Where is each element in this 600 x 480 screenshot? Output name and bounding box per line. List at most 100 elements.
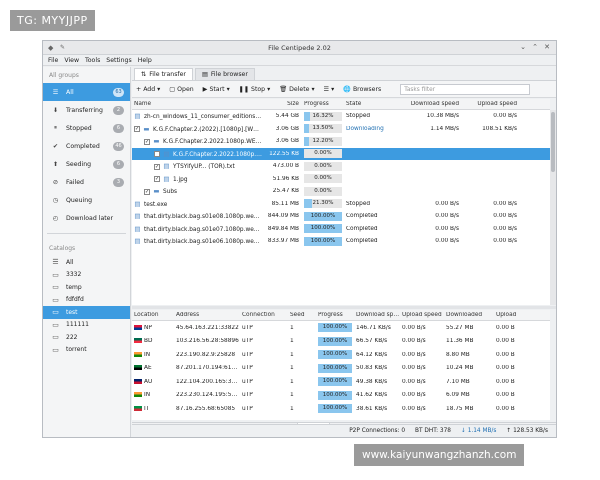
tab-file-transfer[interactable]: ⇅ File transfer [134,68,193,80]
task-size: 25.47 KB [272,188,299,195]
sidebar-group-completed[interactable]: ✔ Completed 46 [43,137,130,155]
task-progress-cell: 100.00% [302,211,344,221]
task-row[interactable]: ✓ ▬ Subs 25.47 KB 0.00% [132,185,550,198]
peer-download-speed: 38.61 KB/s [356,405,388,412]
catalog-item-test[interactable]: ▭ test [43,306,130,319]
maximize-button[interactable]: ⌃ [532,43,538,51]
catalog-item-fdfdfd[interactable]: ▭ fdfdfd [43,294,130,307]
menu-settings[interactable]: Settings [106,57,131,64]
catalog-item-111111[interactable]: ▭ 111111 [43,319,130,332]
tab-file-browser[interactable]: ▤ File browser [194,68,255,80]
checkbox[interactable]: ✓ [134,126,140,133]
peer-upload-speed: 0.00 B/s [402,351,426,358]
checkbox[interactable]: ✓ [154,163,160,170]
more-menu-button[interactable]: ☰ ▾ [324,86,335,93]
task-table: Name Size Progress State Download speed Uploa… [132,99,550,305]
country-code: AE [144,365,152,372]
stop-button[interactable]: ❚❚ Stop ▾ [239,86,271,93]
peer-address: 223.190.82.9:25828 [176,351,236,358]
task-row[interactable]: ▤that.dirty.black.bag.s01e08.1080p.web.h… [132,210,550,223]
sidebar-group-seeding[interactable]: ⬆ Seeding 6 [43,155,130,173]
peer-upload-speed: 0.00 B/s [402,338,426,345]
ul-value: 128.53 KB/s [513,428,548,434]
tasks-filter-input[interactable]: Tasks filter [400,83,531,95]
catalog-item-222[interactable]: ▭ 222 [43,331,130,344]
menu-help[interactable]: Help [138,57,152,64]
task-row[interactable]: ▤that.dirty.black.bag.s01e07.1080p.web.h… [132,223,550,236]
catalog-item-temp[interactable]: ▭ temp [43,281,130,294]
peer-row[interactable]: IN 223.190.82.9:25828 uTP 1 100.00% 64.12 KB/… [132,348,550,362]
menu-tools[interactable]: Tools [85,57,100,64]
peer-download-speed: 146.71 KB/s [356,324,391,331]
count-badge: 63 [113,87,124,97]
progress-bar: 16.32% [304,111,342,121]
peer-row[interactable]: IN 223.230.124.195:54348 uTP 1 100.00% 41.62 … [132,389,550,403]
checkbox[interactable] [154,151,160,158]
peer-row[interactable]: IT 87.16.255.68:65085 uTP 1 100.00% 38.61 KB/… [132,402,550,416]
peer-downloaded: 8.80 MB [446,351,470,358]
browsers-button[interactable]: 🌐 Browsers [343,85,381,94]
task-row[interactable]: ▤that.dirty.black.bag.s01e06.1080p.web.h… [132,235,550,248]
sidebar-group-label: Download later [66,214,114,222]
task-scrollbar[interactable] [550,110,556,305]
peer-row[interactable]: BD 103.216.56.28:58896 uTP 1 100.00% 66.57 KB… [132,335,550,349]
start-button[interactable]: ▶ Start ▾ [203,86,230,93]
catalog-label: test [66,308,78,316]
column-header: Location [134,312,159,318]
peer-downloaded: 10.24 MB [446,365,474,372]
p2p-status: P2P Connections: 0 [349,428,405,434]
sidebar-group-transferring[interactable]: ⬇ Transferring 2 [43,101,130,119]
sidebar-group-download-later[interactable]: ◴ Download later [43,209,130,227]
task-row[interactable]: ▤K.G.F.Chapter.2.2022.1080p.WEBRip.x... 1… [132,147,550,160]
chevron-down-icon: ▾ [311,85,315,93]
menu-file[interactable]: File [48,57,58,64]
checkbox[interactable]: ✓ [144,188,150,195]
peer-progress-cell: 100.00% [316,377,354,387]
progress-fill [304,136,309,146]
peer-row[interactable]: AU 122.104.200.165:37738 uTP 1 100.00% 49.38 … [132,375,550,389]
sidebar-group-all[interactable]: ☰ All 63 [43,83,130,101]
task-row[interactable]: ▤ zh-cn_windows_11_consumer_editions_upd.… [132,110,550,123]
task-size: 3.06 GB [275,125,299,132]
peer-progress-cell: 100.00% [316,336,354,346]
progress-bar: 0.00% [304,161,342,171]
task-row[interactable]: ✓▬K.G.F.Chapter.2.2022.1080p.WEBRip.x...… [132,135,550,148]
peer-row[interactable]: AE 87.201.170.194:61186 uTP 1 100.00% 50.83 K… [132,362,550,376]
sidebar-group-queuing[interactable]: ◷ Queuing [43,191,130,209]
menu-view[interactable]: View [64,57,79,64]
file-icon: ▤ [134,212,141,221]
task-row[interactable]: ✓▬K.G.F.Chapter.2.(2022).[1080p].[WEBRip… [132,123,550,136]
pane-splitter[interactable] [132,306,556,309]
catalog-item-all[interactable]: ☰ All [43,256,130,269]
progress-bar: 21.30% [304,199,342,209]
tab-label: File browser [210,71,248,78]
task-table-header: Name Size Progress State Download speed Uploa… [132,99,550,110]
add-button[interactable]: + Add ▾ [136,86,160,93]
minimize-button[interactable]: ⌄ [520,43,526,51]
task-row[interactable]: ✓ ▤ 1.jpg 51.96 KB 0.00% [132,173,550,186]
sidebar-group-failed[interactable]: ⊘ Failed 3 [43,173,130,191]
delete-button[interactable]: 🗑 Delete ▾ [279,85,315,94]
open-button[interactable]: ▢ Open [169,86,193,93]
sidebar-group-stopped[interactable]: ⏸ Stopped 6 [43,119,130,137]
task-name-cell: ▤ zh-cn_windows_11_consumer_editions_upd.… [132,112,262,120]
checkbox[interactable]: ✓ [144,138,150,145]
catalog-item-torrent[interactable]: ▭ torrent [43,344,130,357]
task-row[interactable]: ▤ test.exe 85.11 MB 21.30% Stopped 0.00 B/s 0.… [132,198,550,211]
trash-icon: 🗑 [279,86,288,93]
folder-icon: ▭ [52,320,59,329]
catalog-item-3332[interactable]: ▭ 3332 [43,269,130,282]
peer-row[interactable]: NP 45.64.163.221:33822 uTP 1 100.00% 146.71 K… [132,321,550,335]
status-bar: P2P Connections: 0 BT DHT: 378 ↓ 1.14 MB… [132,424,556,437]
progress-text: 0.00% [314,162,332,169]
task-name-cell: ✓▬K.G.F.Chapter.2.(2022).[1080p].[WEBRip… [132,125,262,133]
scroll-thumb[interactable] [551,112,555,172]
checkbox[interactable]: ✓ [154,176,160,183]
task-upload-speed: 0.00 B/s [493,238,517,245]
title-bar: ◆ ✎ File Centipede 2.02 ⌄ ⌃ ✕ [43,41,556,55]
task-row[interactable]: ✓ ▤ YTSYifyUP... (TOR).txt 473.00 B 0.00% [132,160,550,173]
peer-table: Location Address Connection Seed Progress Dow… [132,310,550,420]
column-header: Progress [304,101,329,107]
close-button[interactable]: ✕ [544,43,550,51]
peer-connection: uTP [242,338,253,345]
